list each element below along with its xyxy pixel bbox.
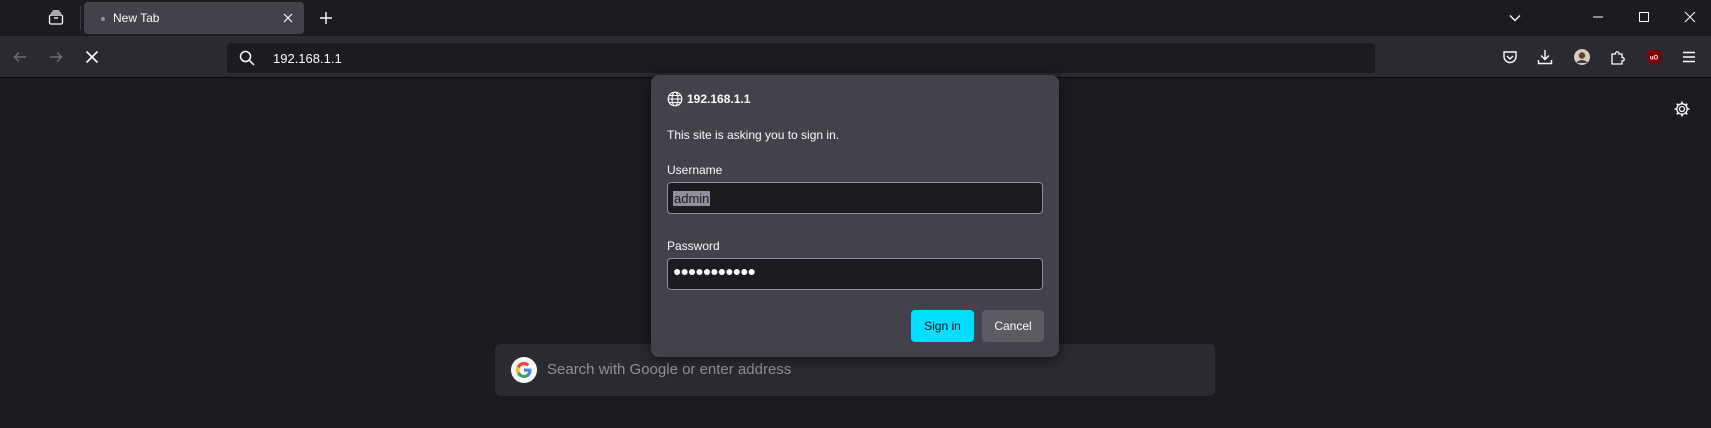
list-all-tabs-chevron-icon[interactable] <box>1505 8 1525 28</box>
new-tab-plus-icon[interactable] <box>316 8 336 28</box>
downloads-icon[interactable] <box>1535 47 1555 67</box>
globe-icon <box>667 91 683 107</box>
extensions-puzzle-icon[interactable] <box>1608 47 1628 67</box>
google-logo-icon <box>511 357 537 383</box>
navigation-toolbar: 192.168.1.1 uO <box>0 36 1711 78</box>
tabbar-divider <box>80 6 81 30</box>
search-icon <box>239 50 255 66</box>
username-field[interactable]: admin <box>667 182 1043 214</box>
hamburger-menu-icon[interactable] <box>1679 47 1699 67</box>
maximize-icon[interactable] <box>1631 6 1657 28</box>
password-field[interactable]: ●●●●●●●●●●● <box>667 258 1043 290</box>
stop-loading-icon[interactable] <box>81 46 103 68</box>
address-bar-url[interactable]: 192.168.1.1 <box>273 51 342 66</box>
tab-new-tab[interactable]: New Tab <box>84 2 304 34</box>
tab-title: New Tab <box>113 11 160 25</box>
minimize-icon[interactable] <box>1585 6 1611 28</box>
password-value: ●●●●●●●●●●● <box>673 263 756 279</box>
sign-in-dialog: 192.168.1.1 This site is asking you to s… <box>651 75 1059 357</box>
username-label: Username <box>667 163 723 177</box>
tab-close-icon[interactable] <box>280 10 296 26</box>
tab-bar: New Tab <box>0 0 1711 36</box>
address-bar[interactable]: 192.168.1.1 <box>227 43 1375 73</box>
tab-loading-dot-icon <box>101 17 105 21</box>
back-arrow-icon[interactable] <box>9 46 31 68</box>
pocket-icon[interactable] <box>1500 47 1520 67</box>
sign-in-button[interactable]: Sign in <box>911 310 974 342</box>
search-placeholder: Search with Google or enter address <box>547 361 792 378</box>
forward-arrow-icon[interactable] <box>45 46 67 68</box>
close-window-icon[interactable] <box>1677 6 1703 28</box>
dialog-message: This site is asking you to sign in. <box>667 128 840 142</box>
tab-manager-icon[interactable] <box>46 8 66 28</box>
ublock-origin-icon[interactable]: uO <box>1644 47 1664 67</box>
gear-icon[interactable] <box>1673 100 1691 118</box>
username-value: admin <box>673 191 711 206</box>
dialog-host: 192.168.1.1 <box>687 92 751 106</box>
account-avatar-icon[interactable] <box>1572 47 1592 67</box>
cancel-button[interactable]: Cancel <box>982 310 1044 342</box>
svg-text:uO: uO <box>1650 56 1659 62</box>
password-label: Password <box>667 239 720 253</box>
